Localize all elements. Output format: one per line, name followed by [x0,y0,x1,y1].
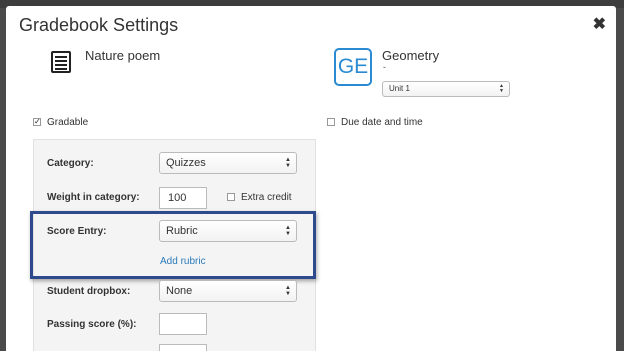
due-date-label: Due date and time [341,117,423,128]
updown-arrows-icon: ▲ ▼ [285,157,291,169]
updown-arrows-icon: ▲ ▼ [285,285,291,297]
gradebook-settings-modal: Gradebook Settings ✖ Nature poem GE Geom… [6,6,616,351]
dropbox-select-value: None [166,285,193,297]
score-entry-highlight [30,211,316,279]
unit-select-value: Unit 1 [389,84,410,93]
gradable-checkbox[interactable]: ✓ [33,118,41,126]
weight-input[interactable]: 100 [159,187,207,209]
due-date-checkbox[interactable] [327,118,335,126]
category-select[interactable]: Quizzes ▲ ▼ [159,152,297,174]
passing-score-label: Passing score (%): [47,319,137,330]
passing-score-input[interactable] [159,313,207,335]
dropbox-select[interactable]: None ▲ ▼ [159,280,297,302]
extra-credit-checkbox[interactable] [227,193,235,201]
dropbox-label: Student dropbox: [47,286,131,297]
course-name: Geometry [382,48,440,63]
category-label: Category: [47,158,94,169]
assignment-title: Nature poem [85,48,161,63]
close-icon[interactable]: ✖ [593,14,606,34]
updown-arrows-icon: ▲ ▼ [499,83,504,94]
unit-select[interactable]: Unit 1 ▲ ▼ [382,81,510,97]
list-document-icon [51,51,71,73]
extra-credit-label: Extra credit [241,192,292,203]
next-field-input[interactable] [159,344,207,351]
gradable-label: Gradable [47,117,89,128]
weight-label: Weight in category: [47,192,140,203]
course-subtitle: - [383,62,386,72]
course-badge: GE [334,48,372,86]
category-select-value: Quizzes [166,157,206,169]
modal-title: Gradebook Settings [19,15,179,35]
